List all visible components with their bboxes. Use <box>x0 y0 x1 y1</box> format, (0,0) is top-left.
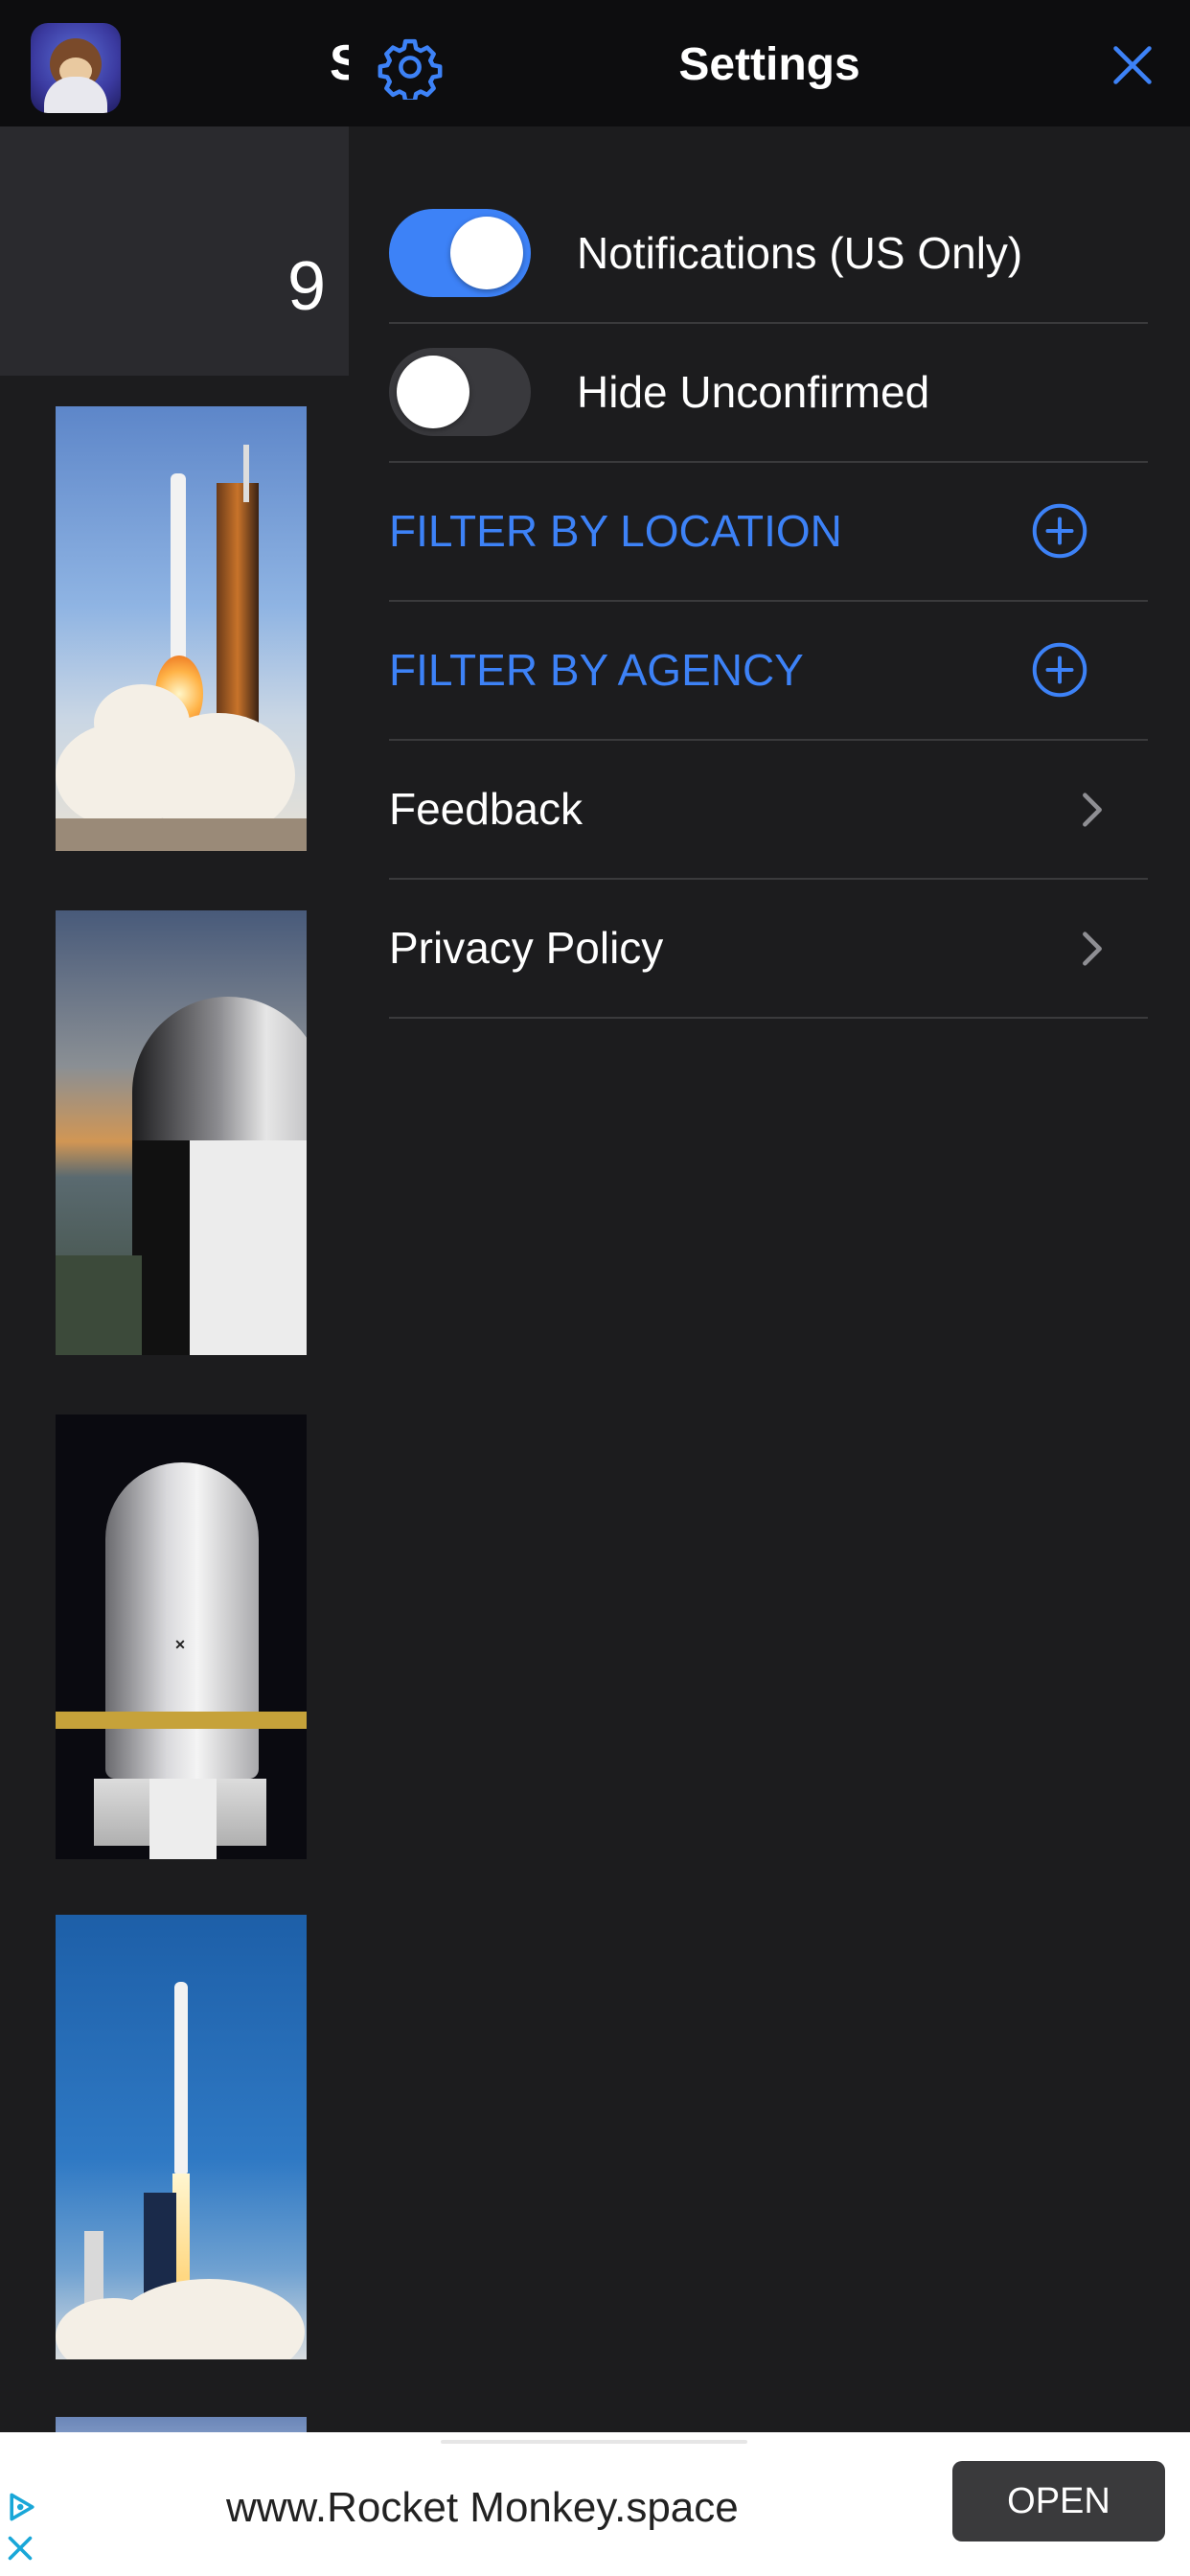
app-logo-icon[interactable] <box>31 23 121 113</box>
filter-by-location-label: FILTER BY LOCATION <box>389 506 842 556</box>
close-icon[interactable] <box>1104 36 1161 94</box>
ad-open-button[interactable]: OPEN <box>952 2461 1165 2542</box>
chevron-right-icon <box>1083 793 1102 827</box>
settings-title: Settings <box>678 39 860 90</box>
ad-close-icon[interactable] <box>6 2534 34 2563</box>
plus-circle-icon[interactable] <box>1031 502 1088 560</box>
feedback-label: Feedback <box>389 784 584 834</box>
filter-by-agency-label: FILTER BY AGENCY <box>389 645 804 695</box>
hide-unconfirmed-row: Hide Unconfirmed <box>389 323 1148 463</box>
ad-text[interactable]: www.Rocket Monkey.space <box>226 2484 739 2532</box>
ad-handle <box>441 2440 747 2444</box>
launch-thumbnail-starlink-fairing[interactable]: ✕ <box>56 1414 307 1859</box>
launch-thumbnail-rocket-liftoff[interactable] <box>56 1915 307 2359</box>
chevron-right-icon <box>1083 932 1102 966</box>
hide-unconfirmed-label: Hide Unconfirmed <box>577 367 930 417</box>
launch-thumbnail-crew-capsule[interactable] <box>56 910 307 1355</box>
hide-unconfirmed-toggle[interactable] <box>389 348 531 436</box>
privacy-policy-row[interactable]: Privacy Policy <box>389 879 1148 1019</box>
launch-thumbnail-rocket-launch[interactable] <box>56 406 307 851</box>
notifications-toggle[interactable] <box>389 209 531 297</box>
privacy-policy-label: Privacy Policy <box>389 923 664 973</box>
notifications-label: Notifications (US Only) <box>577 228 1023 278</box>
ad-choices-icon[interactable] <box>4 2490 40 2524</box>
filter-by-agency-row[interactable]: FILTER BY AGENCY <box>389 601 1148 741</box>
settings-panel: Settings Notifications (US Only) Hide Un… <box>349 0 1190 2432</box>
plus-circle-icon[interactable] <box>1031 641 1088 699</box>
notifications-row: Notifications (US Only) <box>389 184 1148 324</box>
feedback-row[interactable]: Feedback <box>389 740 1148 880</box>
background-count: 9 <box>287 248 327 325</box>
settings-header: Settings <box>349 0 1190 126</box>
filter-by-location-row[interactable]: FILTER BY LOCATION <box>389 462 1148 602</box>
